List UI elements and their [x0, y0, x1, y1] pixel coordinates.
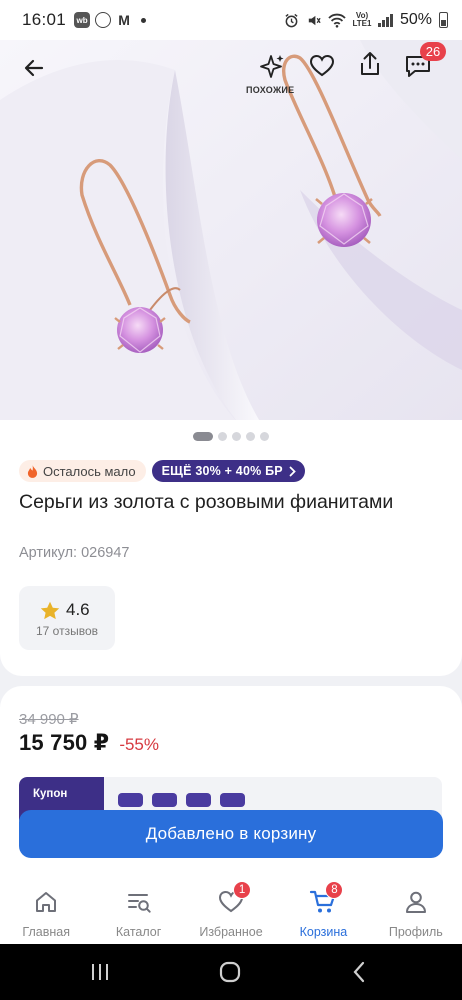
- share-icon: [361, 52, 379, 75]
- nav-item-cart[interactable]: 8 Корзина: [277, 876, 369, 944]
- top-actions: ПОХОЖИЕ 26: [0, 40, 462, 100]
- nav-label: Корзина: [299, 925, 348, 939]
- nav-item-catalog[interactable]: Каталог: [92, 876, 184, 944]
- rating-row: 4.6: [40, 600, 90, 620]
- chevron-right-icon: [289, 466, 296, 476]
- promo-label: ЕЩЁ 30% + 40% БР: [161, 464, 283, 478]
- coupon-chip: [220, 793, 245, 807]
- nav-item-profile[interactable]: Профиль: [370, 876, 462, 944]
- status-bar: 16:01 wb M Vo) LTE1 50%: [0, 0, 462, 40]
- nav-label: Избранное: [199, 925, 263, 939]
- more-notifications-dot: [141, 17, 147, 23]
- volte-icon: Vo) LTE1: [352, 11, 372, 28]
- notification-icons: wb M: [74, 12, 147, 28]
- status-time: 16:01: [22, 10, 67, 29]
- cart-badge: 8: [325, 881, 344, 899]
- nav-label: Главная: [22, 925, 70, 939]
- gallery-pagination: [0, 432, 462, 441]
- flame-icon: [27, 464, 38, 478]
- home-system-button[interactable]: [215, 960, 245, 984]
- alarm-icon: [284, 13, 298, 27]
- back-arrow-icon: [24, 59, 44, 77]
- mute-icon: [308, 15, 321, 25]
- gallery-dot[interactable]: [260, 432, 269, 441]
- battery-icon: [439, 12, 448, 28]
- star-icon: [40, 601, 60, 619]
- profile-icon: [402, 888, 430, 916]
- low-stock-badge: Осталось мало: [19, 460, 146, 482]
- coupon-chip: [152, 793, 177, 807]
- current-price: 15 750 ₽: [19, 730, 110, 755]
- nav-label: Профиль: [388, 925, 443, 939]
- gallery-dot[interactable]: [246, 432, 255, 441]
- favorite-button[interactable]: [302, 46, 342, 86]
- wifi-icon: [327, 13, 346, 28]
- heart-outline-icon: [309, 54, 335, 77]
- home-circle-icon: [219, 961, 241, 983]
- product-sku[interactable]: Артикул: 026947: [19, 545, 130, 561]
- gallery-dot[interactable]: [193, 432, 213, 441]
- old-price: 34 990 ₽: [19, 711, 79, 728]
- gallery-dot[interactable]: [232, 432, 241, 441]
- added-to-cart-button[interactable]: Добавлено в корзину: [19, 810, 443, 858]
- product-badges: Осталось мало ЕЩЁ 30% + 40% БР: [19, 460, 305, 482]
- cart-icon: 8: [309, 881, 344, 916]
- coupon-chip: [186, 793, 211, 807]
- discount-percent: -55%: [119, 735, 159, 754]
- system-navigation-bar: [0, 944, 462, 1000]
- recent-apps-button[interactable]: [86, 960, 114, 984]
- nav-label: Каталог: [115, 925, 162, 939]
- sparkle-icon: [260, 55, 284, 78]
- chat-badge: 26: [420, 42, 446, 61]
- back-chevron-icon: [353, 961, 365, 983]
- signal-icon: [378, 13, 393, 27]
- battery-percent: 50%: [399, 11, 432, 28]
- similar-button[interactable]: [252, 48, 292, 84]
- nav-item-home[interactable]: Главная: [0, 876, 92, 944]
- catalog-search-icon: [125, 888, 153, 916]
- back-system-button[interactable]: [346, 960, 372, 984]
- rating-value: 4.6: [66, 600, 90, 619]
- share-button[interactable]: [350, 44, 390, 84]
- whatsapp-icon: [95, 12, 112, 28]
- system-status-icons: Vo) LTE1 50%: [284, 11, 448, 29]
- home-icon: [32, 888, 60, 916]
- gallery-dot[interactable]: [218, 432, 227, 441]
- product-title: Серьги из золота с розовыми фианитами: [19, 491, 394, 513]
- recent-apps-icon: [92, 964, 108, 980]
- product-info-card: Осталось мало ЕЩЁ 30% + 40% БР Серьги из…: [0, 420, 462, 676]
- price-row: 15 750 ₽ -55%: [19, 730, 159, 756]
- back-button[interactable]: [14, 48, 54, 88]
- coupon-chip: [118, 793, 143, 807]
- wb-icon: wb: [74, 12, 91, 28]
- rating-box[interactable]: 4.6 17 отзывов: [19, 586, 115, 650]
- heart-icon: 1: [217, 881, 252, 916]
- gmail-icon: M: [116, 12, 133, 28]
- promo-badge[interactable]: ЕЩЁ 30% + 40% БР: [151, 460, 305, 482]
- low-stock-label: Осталось мало: [43, 463, 136, 479]
- nav-item-favorites[interactable]: 1 Избранное: [185, 876, 277, 944]
- coupon-label: Купон: [33, 788, 68, 800]
- favorites-badge: 1: [233, 881, 252, 899]
- similar-label: ПОХОЖИЕ: [246, 85, 295, 95]
- reviews-count: 17 отзывов: [35, 624, 98, 638]
- bottom-nav: Главная Каталог 1 Избранное 8 Корзина Пр…: [0, 876, 462, 944]
